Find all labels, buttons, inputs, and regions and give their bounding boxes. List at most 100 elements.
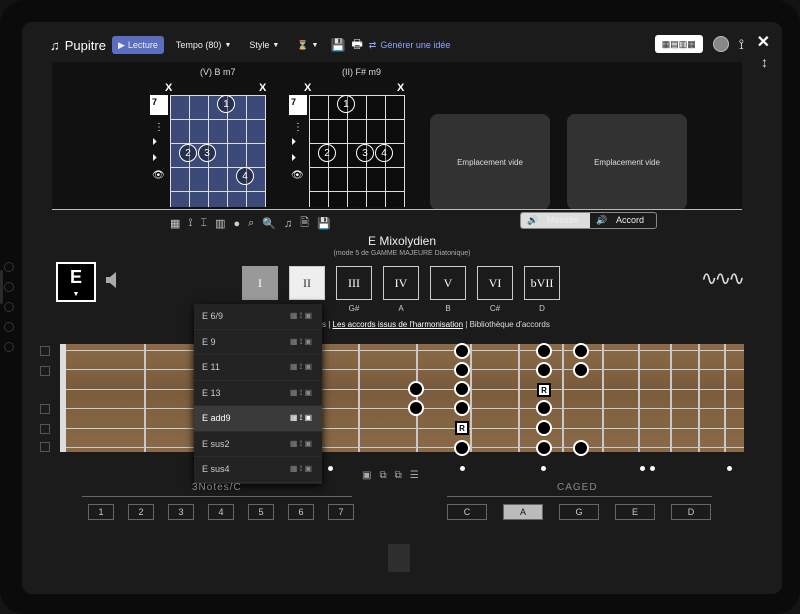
root-note[interactable]: R xyxy=(455,421,469,435)
scale-note[interactable] xyxy=(573,362,589,378)
root-note[interactable]: R xyxy=(537,383,551,397)
key-selector[interactable]: E ▼ xyxy=(56,262,96,302)
degree-V[interactable]: V xyxy=(430,266,466,300)
resize-vertical-icon[interactable]: ↕ xyxy=(761,54,768,70)
degree-III[interactable]: III xyxy=(336,266,372,300)
scale-note[interactable] xyxy=(454,381,470,397)
scale-note[interactable] xyxy=(536,362,552,378)
dropdown-item[interactable]: E sus2 ▦⟟▣ xyxy=(194,432,322,457)
string-checkbox[interactable] xyxy=(40,404,50,414)
scale-note[interactable] xyxy=(454,362,470,378)
pattern-button-3[interactable]: 3 xyxy=(168,504,194,520)
close-icon[interactable]: ✕ xyxy=(757,32,770,52)
degree-II[interactable]: II xyxy=(289,266,325,300)
pattern-button-2[interactable]: 2 xyxy=(128,504,154,520)
scale-note[interactable] xyxy=(454,343,470,359)
guitar-fretboard[interactable]: R R xyxy=(60,343,744,456)
dropdown-item-selected[interactable]: E add9 ▦⟟▣ xyxy=(194,406,322,432)
metronome-dropdown[interactable]: ⏳ ▼ xyxy=(291,36,324,54)
tuning-fork-icon[interactable]: ⟟ xyxy=(739,36,744,53)
accord-button[interactable]: 🔊 Accord xyxy=(590,213,656,228)
save-icon[interactable]: 💾 xyxy=(317,217,331,230)
scale-note[interactable] xyxy=(536,440,552,456)
circle-icon[interactable]: ● xyxy=(234,218,241,230)
degree-I[interactable]: I xyxy=(242,266,278,300)
layers-icon[interactable]: ☰ xyxy=(410,470,419,481)
string-checkbox[interactable] xyxy=(40,346,50,356)
document-icon[interactable]: 🗎 xyxy=(300,214,309,233)
finger-marker: 1 xyxy=(337,95,355,113)
copy-icon[interactable]: ⧉ xyxy=(379,470,386,481)
dropdown-item[interactable]: E 6/9 ▦⟟▣ xyxy=(194,304,322,330)
music-note-icon[interactable]: ♫ xyxy=(284,218,292,230)
style-dropdown[interactable]: Style ▼ xyxy=(243,36,285,54)
scale-note[interactable] xyxy=(573,440,589,456)
scale-note[interactable] xyxy=(454,440,470,456)
lecture-button[interactable]: ▶ Lecture xyxy=(111,36,164,54)
align-icon[interactable]: ⌶ xyxy=(201,217,208,230)
zoom-icon[interactable]: ⌕ xyxy=(248,217,254,230)
scale-note[interactable] xyxy=(573,343,589,359)
string-checkbox[interactable] xyxy=(40,366,50,376)
tuning-fork-icon[interactable]: ⟟ xyxy=(188,217,192,230)
dropdown-item-icons[interactable]: ▦⟟▣ xyxy=(290,413,314,423)
waveform-icon[interactable]: ∿∿∿ xyxy=(701,266,745,291)
fretboard-nut xyxy=(60,344,66,452)
tempo-dropdown[interactable]: Tempo (80) ▼ xyxy=(170,36,237,54)
caged-button-D[interactable]: D xyxy=(671,504,711,520)
layout-grid-icon[interactable]: ▦▤▥▦ xyxy=(654,35,703,53)
eye-icon[interactable]: 👁 xyxy=(291,170,304,181)
chord-2-fingerboard[interactable]: 1 2 3 4 xyxy=(309,95,405,207)
notes-per-string-title: 3Notes/C xyxy=(192,482,242,493)
search-icon[interactable]: 🔍 xyxy=(262,217,276,230)
degree-VI[interactable]: VI xyxy=(477,266,513,300)
speaker-icon[interactable] xyxy=(106,272,118,288)
dropdown-item[interactable]: E 13 ▦⟟▣ xyxy=(194,381,322,406)
more-options-icon[interactable]: ⋮ xyxy=(154,122,164,133)
record-circle-button[interactable] xyxy=(712,36,729,52)
generate-idea-button[interactable]: ⇄ Générer une idée xyxy=(369,40,451,51)
eye-icon[interactable]: 👁 xyxy=(152,170,165,181)
scale-note[interactable] xyxy=(536,343,552,359)
dropdown-item[interactable]: E 9 ▦⟟▣ xyxy=(194,330,322,355)
caged-button-E[interactable]: E xyxy=(615,504,655,520)
empty-chord-slot[interactable]: Emplacement vide xyxy=(430,114,550,210)
play-chord-icon[interactable]: ⏵ xyxy=(291,137,296,148)
arpeggio-icon[interactable]: ⏵ xyxy=(152,153,157,164)
dropdown-item-icons: ▦⟟▣ xyxy=(289,387,314,397)
scale-note[interactable] xyxy=(408,400,424,416)
scale-note[interactable] xyxy=(536,400,552,416)
harmonisation-link[interactable]: Les accords issus de l'harmonisation xyxy=(333,320,463,329)
scale-note[interactable] xyxy=(408,381,424,397)
play-chord-icon[interactable]: ⏵ xyxy=(152,137,157,148)
pattern-button-7[interactable]: 7 xyxy=(328,504,354,520)
degree-IV[interactable]: IV xyxy=(383,266,419,300)
scale-note[interactable] xyxy=(454,400,470,416)
scale-title: E Mixolydien xyxy=(367,234,437,248)
dropdown-item[interactable]: E 11 ▦⟟▣ xyxy=(194,355,322,381)
keyboard-icon[interactable]: ▥ xyxy=(215,217,225,230)
degree-bVII[interactable]: bVII xyxy=(524,266,560,300)
caged-button-G[interactable]: G xyxy=(559,504,599,520)
empty-chord-slot[interactable]: Emplacement vide xyxy=(567,114,687,210)
library-link[interactable]: Bibliothèque d'accords xyxy=(470,320,550,329)
save-icon[interactable]: 💾 xyxy=(330,38,345,52)
print-icon[interactable]: 🖶 xyxy=(351,35,362,56)
string-checkbox[interactable] xyxy=(40,442,50,452)
scale-note[interactable] xyxy=(536,420,552,436)
melodie-button[interactable]: 🔊 Mélodie xyxy=(521,213,591,228)
grid-icon[interactable]: ▦ xyxy=(170,217,180,230)
more-options-icon[interactable]: ⋮ xyxy=(293,122,303,133)
caged-button-C[interactable]: C xyxy=(447,504,487,520)
paste-icon[interactable]: ⧉ xyxy=(395,470,402,481)
chord-1-fingerboard[interactable]: 1 2 3 4 xyxy=(170,95,266,207)
string-checkbox[interactable] xyxy=(40,424,50,434)
pattern-button-5[interactable]: 5 xyxy=(248,504,274,520)
caged-button-A[interactable]: A xyxy=(503,504,543,520)
pattern-button-4[interactable]: 4 xyxy=(208,504,234,520)
pattern-button-1[interactable]: 1 xyxy=(88,504,114,520)
pattern-button-6[interactable]: 6 xyxy=(288,504,314,520)
export-icon[interactable]: ▣ xyxy=(362,470,371,481)
dropdown-item[interactable]: E sus4 ▦⟟▣ xyxy=(194,457,322,483)
arpeggio-icon[interactable]: ⏵ xyxy=(291,153,296,164)
